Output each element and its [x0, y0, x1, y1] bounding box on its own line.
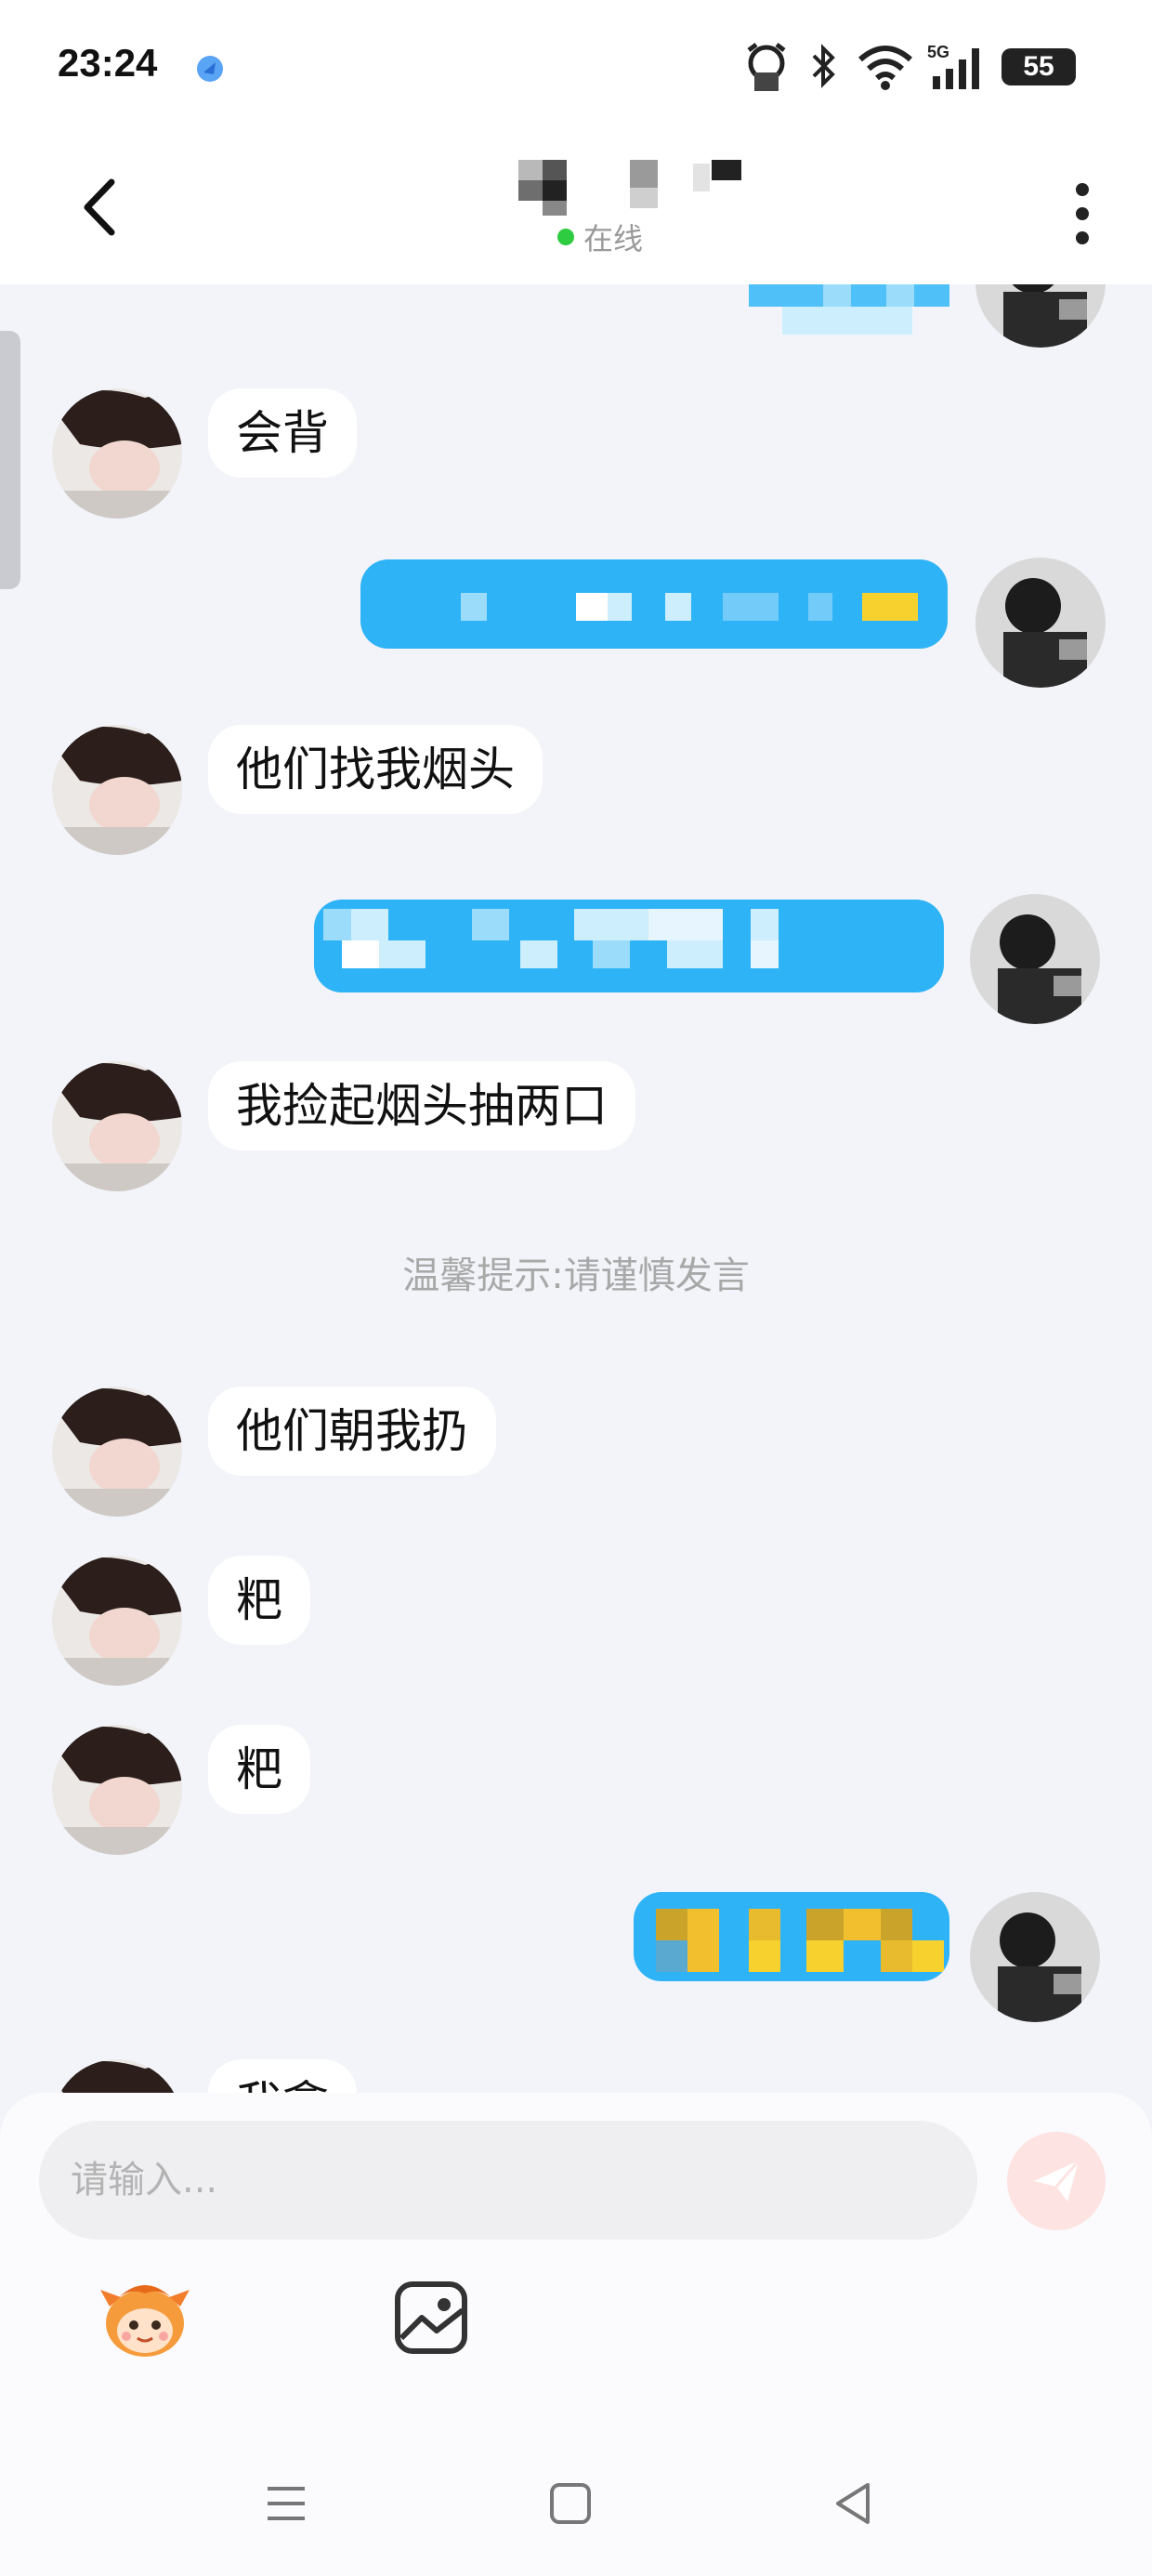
contact-avatar[interactable]: [52, 725, 182, 855]
contact-name-redacted: [518, 160, 741, 216]
incoming-message[interactable]: 我捡起烟头抽两口: [208, 1061, 635, 1150]
redacted-message-content: [749, 284, 949, 335]
redacted-message-content: [323, 909, 779, 968]
my-avatar[interactable]: [970, 894, 1100, 1024]
message-list[interactable]: 会背 他们找我烟头 我捡起烟头抽两口 温馨提示:请谨慎发言 他们朝我扔 粑 粑: [0, 284, 1152, 2098]
online-dot-icon: [557, 229, 574, 245]
message-input[interactable]: [39, 2121, 977, 2240]
home-square-icon[interactable]: [543, 2476, 598, 2531]
my-avatar[interactable]: [975, 284, 1106, 348]
incoming-message[interactable]: 他们朝我扔: [208, 1387, 496, 1476]
mascot-emoji-icon[interactable]: [97, 2269, 193, 2366]
back-triangle-icon[interactable]: [827, 2476, 883, 2531]
svg-text:5G: 5G: [927, 43, 949, 61]
contact-avatar[interactable]: [52, 1556, 182, 1686]
outgoing-message[interactable]: [634, 1892, 949, 1981]
incoming-message[interactable]: 他们找我烟头: [208, 725, 543, 814]
signal-5g-icon: 5G: [927, 43, 979, 89]
chat-header: 在线: [0, 139, 1152, 284]
my-avatar[interactable]: [970, 1892, 1100, 2022]
presence-text: 在线: [583, 221, 644, 256]
my-avatar[interactable]: [975, 558, 1106, 688]
back-chevron-icon[interactable]: [72, 175, 128, 240]
image-icon[interactable]: [383, 2269, 479, 2366]
send-plane-icon: [1034, 2160, 1080, 2201]
app-notification-icon: [197, 56, 223, 82]
incoming-message[interactable]: 会背: [208, 388, 357, 478]
more-vertical-icon[interactable]: [1068, 177, 1096, 251]
contact-avatar[interactable]: [52, 388, 182, 519]
presence-status: 在线: [557, 217, 643, 256]
contact-avatar[interactable]: [52, 1061, 182, 1191]
incoming-message[interactable]: 粑: [208, 1556, 310, 1645]
scroll-handle[interactable]: [0, 331, 20, 589]
status-bar: 23:24 5G 55: [0, 0, 1152, 139]
menu-icon[interactable]: [258, 2476, 314, 2531]
redacted-message-content: [656, 1909, 944, 1972]
battery-icon: 55: [1001, 48, 1076, 85]
status-time: 23:24: [58, 41, 158, 85]
outgoing-message[interactable]: [314, 900, 944, 992]
bluetooth-icon: [812, 44, 835, 88]
contact-avatar[interactable]: [52, 1725, 182, 1855]
alarm-icon: [747, 43, 786, 91]
wifi-icon: [858, 46, 912, 90]
system-nav-bar: [0, 2453, 1152, 2556]
safety-notice: 温馨提示:请谨慎发言: [402, 1255, 750, 1297]
battery-level: 55: [1023, 51, 1054, 82]
outgoing-message[interactable]: [360, 559, 948, 649]
contact-avatar[interactable]: [52, 1387, 182, 1517]
redacted-message-content: [461, 593, 918, 621]
incoming-message[interactable]: 粑: [208, 1725, 310, 1814]
outgoing-message[interactable]: [749, 284, 949, 342]
send-button[interactable]: [1007, 2132, 1106, 2230]
